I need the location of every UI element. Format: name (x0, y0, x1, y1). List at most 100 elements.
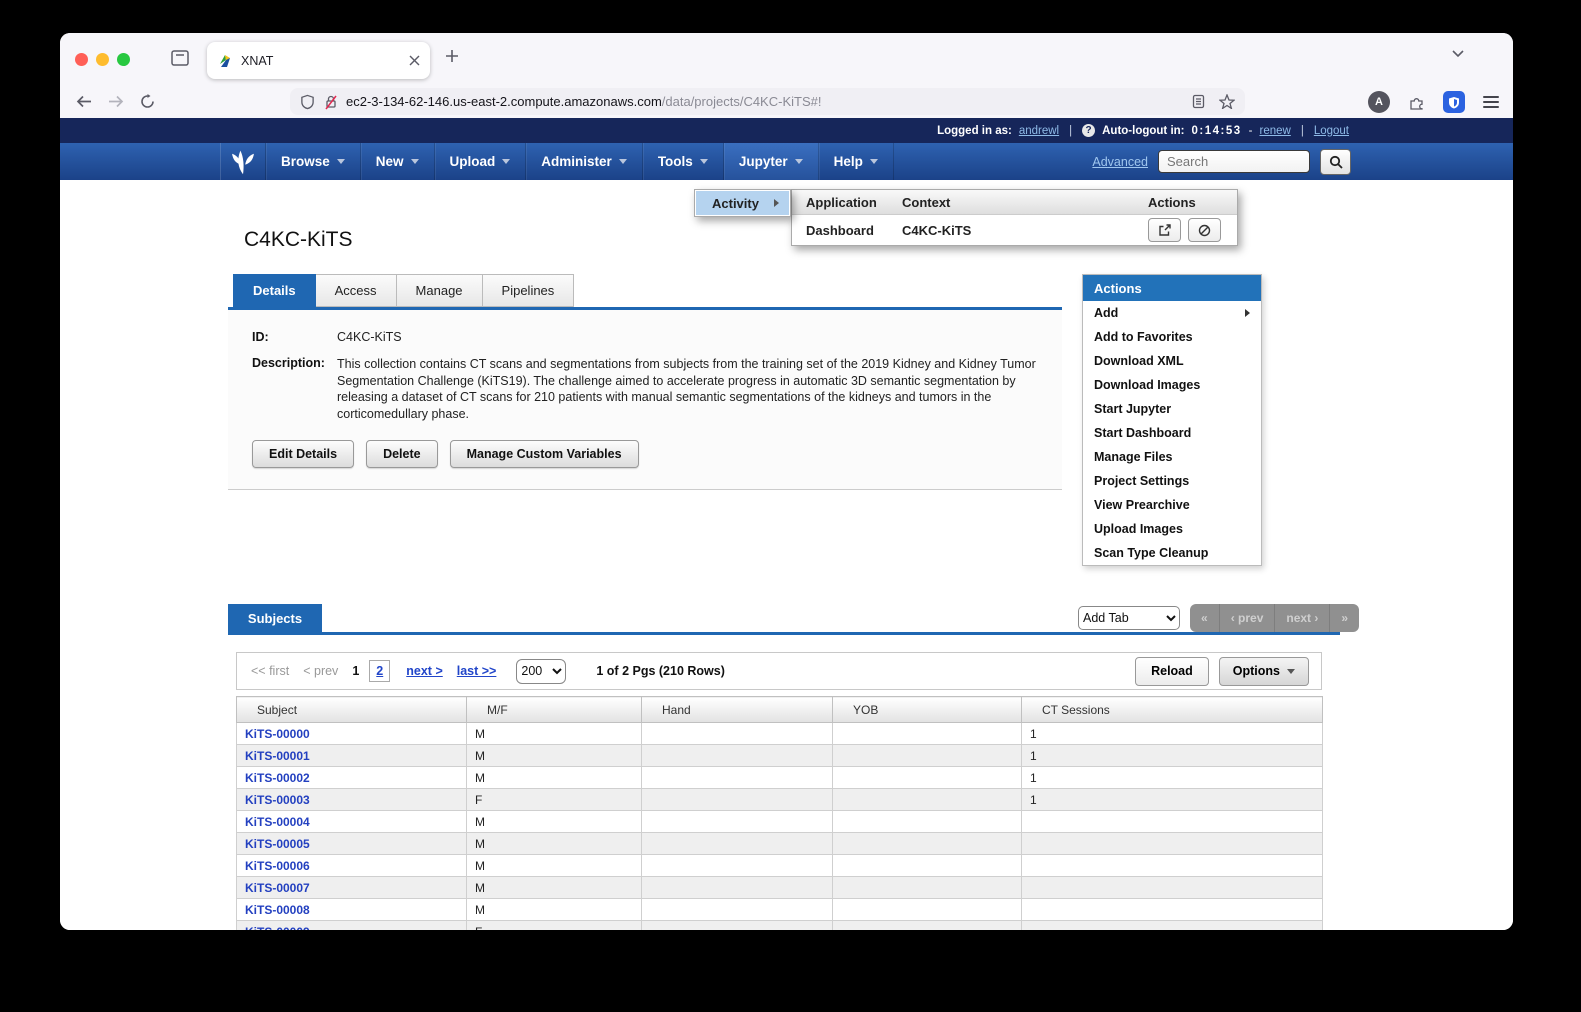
nav-new[interactable]: New (361, 143, 435, 180)
bookmark-star-icon[interactable] (1219, 94, 1235, 109)
back-icon[interactable] (76, 95, 92, 108)
options-button[interactable]: Options (1219, 657, 1309, 686)
reload-icon[interactable] (140, 94, 155, 109)
nav-tools[interactable]: Tools (643, 143, 724, 180)
pager-first-button[interactable]: « (1190, 604, 1220, 632)
delete-button[interactable]: Delete (366, 440, 438, 468)
actions-panel-title: Actions (1083, 275, 1261, 301)
menu-item-activity[interactable]: Activity (696, 191, 789, 215)
action-project-settings[interactable]: Project Settings (1083, 469, 1261, 493)
tab-subjects[interactable]: Subjects (228, 604, 322, 632)
col-header-hand[interactable]: Hand (642, 697, 833, 723)
jupyter-dropdown-menu: Activity (694, 189, 791, 217)
extensions-puzzle-icon[interactable] (1408, 94, 1425, 111)
col-header-subject[interactable]: Subject (237, 697, 467, 723)
cell-hand (642, 789, 833, 811)
action-manage-files[interactable]: Manage Files (1083, 445, 1261, 469)
search-input[interactable] (1158, 150, 1310, 173)
col-header-yob[interactable]: YOB (833, 697, 1022, 723)
subject-link[interactable]: KiTS-00009 (245, 925, 310, 931)
xnat-logo-icon[interactable] (220, 143, 266, 180)
tab-access[interactable]: Access (316, 274, 397, 307)
nav-help[interactable]: Help (819, 143, 894, 180)
insecure-lock-icon[interactable] (324, 94, 338, 110)
edit-details-button[interactable]: Edit Details (252, 440, 354, 468)
action-scan-type-cleanup[interactable]: Scan Type Cleanup (1083, 541, 1261, 565)
action-download-images[interactable]: Download Images (1083, 373, 1261, 397)
cell-mf: M (467, 899, 642, 921)
reader-mode-icon[interactable] (1192, 94, 1205, 109)
page-number-2-link[interactable]: 2 (376, 664, 383, 678)
renew-link[interactable]: renew (1259, 125, 1290, 137)
subject-link[interactable]: KiTS-00000 (245, 727, 310, 741)
url-bar[interactable]: ec2-3-134-62-146.us-east-2.compute.amazo… (290, 88, 1245, 115)
new-tab-icon[interactable] (445, 49, 459, 63)
cell-mf: M (467, 745, 642, 767)
subjects-table: Subject M/F Hand YOB CT Sessions KiTS-00… (236, 696, 1323, 930)
tab-close-icon[interactable] (409, 55, 420, 66)
add-tab-select[interactable]: Add Tab (1078, 606, 1180, 630)
pager-last-button[interactable]: » (1330, 604, 1359, 632)
page-size-select[interactable]: 200 (516, 659, 566, 684)
cell-hand (642, 877, 833, 899)
tab-manage[interactable]: Manage (397, 274, 483, 307)
advanced-search-link[interactable]: Advanced (1092, 155, 1148, 169)
subject-link[interactable]: KiTS-00004 (245, 815, 310, 829)
subject-link[interactable]: KiTS-00006 (245, 859, 310, 873)
close-window-button[interactable] (75, 53, 88, 66)
action-upload-images[interactable]: Upload Images (1083, 517, 1261, 541)
minimize-window-button[interactable] (96, 53, 109, 66)
reload-button[interactable]: Reload (1135, 657, 1209, 686)
cell-mf: M (467, 855, 642, 877)
forward-icon[interactable] (108, 95, 124, 108)
menu-hamburger-icon[interactable] (1483, 93, 1499, 111)
nav-browse[interactable]: Browse (266, 143, 361, 180)
page-next-link[interactable]: next > (406, 664, 442, 678)
account-icon[interactable]: A (1368, 91, 1390, 113)
action-add-to-favorites[interactable]: Add to Favorites (1083, 325, 1261, 349)
action-start-jupyter[interactable]: Start Jupyter (1083, 397, 1261, 421)
list-tabs-chevron-icon[interactable] (1451, 49, 1465, 58)
action-start-dashboard[interactable]: Start Dashboard (1083, 421, 1261, 445)
sidebar-toggle-icon[interactable] (170, 49, 192, 69)
nav-upload[interactable]: Upload (435, 143, 527, 180)
manage-custom-variables-button[interactable]: Manage Custom Variables (450, 440, 639, 468)
subject-link[interactable]: KiTS-00003 (245, 793, 310, 807)
shield-icon[interactable] (300, 94, 315, 110)
logout-link[interactable]: Logout (1314, 125, 1349, 137)
cell-ct-sessions: 1 (1022, 789, 1323, 811)
nav-jupyter[interactable]: Jupyter (724, 143, 819, 180)
open-external-button[interactable] (1148, 218, 1181, 242)
col-header-mf[interactable]: M/F (467, 697, 642, 723)
cell-ct-sessions: 1 (1022, 745, 1323, 767)
action-add[interactable]: Add (1083, 301, 1261, 325)
subject-link[interactable]: KiTS-00005 (245, 837, 310, 851)
description-text: This collection contains CT scans and se… (337, 356, 1043, 422)
username-link[interactable]: andrewl (1019, 125, 1059, 137)
tab-pipelines[interactable]: Pipelines (483, 274, 575, 307)
help-question-icon[interactable]: ? (1082, 124, 1095, 137)
action-view-prearchive[interactable]: View Prearchive (1083, 493, 1261, 517)
cell-hand (642, 899, 833, 921)
subject-link[interactable]: KiTS-00007 (245, 881, 310, 895)
subject-link[interactable]: KiTS-00008 (245, 903, 310, 917)
pagination-bar: << first < prev 1 2 next > last >> 200 1… (236, 652, 1322, 690)
search-button[interactable] (1320, 149, 1351, 175)
cell-yob (833, 811, 1022, 833)
submenu-header: Application Context Actions (792, 190, 1237, 215)
zoom-window-button[interactable] (117, 53, 130, 66)
nav-administer[interactable]: Administer (526, 143, 643, 180)
pager-prev-button[interactable]: ‹ prev (1220, 604, 1276, 632)
page-last-link[interactable]: last >> (457, 664, 497, 678)
subject-link[interactable]: KiTS-00001 (245, 749, 310, 763)
action-download-xml[interactable]: Download XML (1083, 349, 1261, 373)
subject-link[interactable]: KiTS-00002 (245, 771, 310, 785)
pager-next-button[interactable]: next › (1275, 604, 1330, 632)
stop-activity-button[interactable] (1188, 218, 1221, 242)
password-manager-icon[interactable] (1443, 91, 1465, 113)
separator: | (1069, 125, 1072, 137)
browser-toolbar: ec2-3-134-62-146.us-east-2.compute.amazo… (60, 85, 1513, 118)
tab-details[interactable]: Details (233, 274, 316, 307)
col-header-ct-sessions[interactable]: CT Sessions (1022, 697, 1323, 723)
browser-tab[interactable]: XNAT (207, 42, 430, 79)
